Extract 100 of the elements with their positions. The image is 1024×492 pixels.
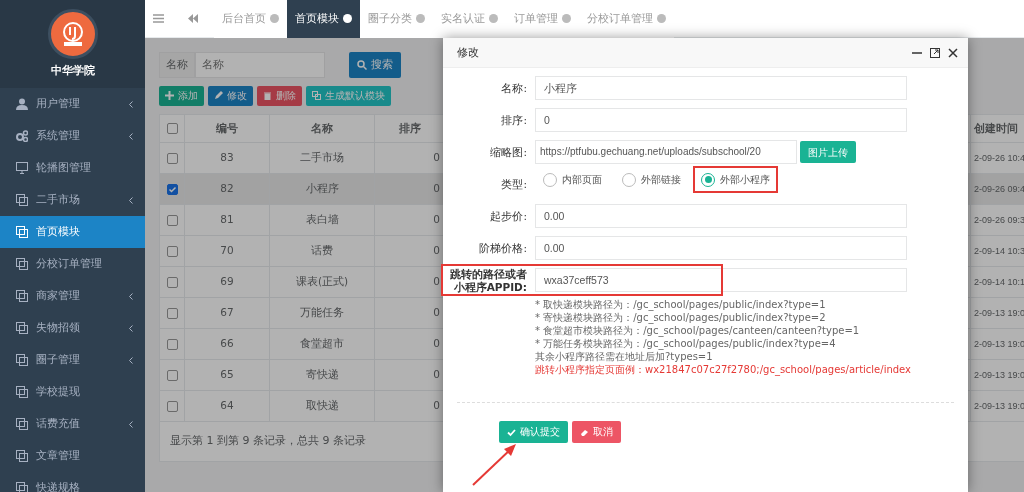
column-header[interactable]: 名称 [269, 114, 375, 143]
table-cell: 食堂超市 [300, 337, 344, 350]
table-cell: 课表(正式) [295, 275, 349, 288]
input-field[interactable]: 0.00 [535, 236, 907, 260]
field-label: 排序: [500, 113, 528, 128]
tab[interactable]: 首页模块 [287, 0, 360, 38]
checkbox[interactable] [166, 214, 178, 226]
radio-option[interactable]: 外部小程序 [693, 166, 778, 193]
radio-icon[interactable] [622, 172, 636, 187]
example-text: 跳转小程序指定页面例：wx21847c07c27f2780;/gc_school/pages/article/index [535, 363, 911, 376]
copy-icon [16, 194, 28, 206]
table-cell: 取快递 [305, 399, 339, 412]
copy-icon [16, 450, 28, 462]
checkbox[interactable] [166, 276, 178, 288]
checkbox[interactable] [166, 400, 178, 412]
edit-button[interactable]: 修改 [208, 85, 253, 106]
search-label: 名称 [159, 52, 195, 78]
sidebar-item[interactable]: 圈子管理 [0, 344, 145, 376]
sidebar-item[interactable]: 用户管理 [0, 88, 145, 120]
table-cell: 0 [433, 337, 440, 350]
field-label: 缩略图: [489, 145, 528, 160]
table-cell: 67 [220, 306, 234, 319]
checkbox[interactable] [166, 369, 178, 381]
checkbox[interactable] [166, 152, 178, 164]
radio-option[interactable]: 内部页面 [535, 166, 610, 193]
sidebar-item[interactable]: 失物招领 [0, 312, 145, 344]
search-field[interactable]: 名称 [195, 52, 325, 78]
table-cell: 2-09-14 10:3 [974, 246, 1024, 257]
check-icon [507, 427, 516, 437]
hint-text: * 食堂超市模块路径为：/gc_school/pages/canteen/canteen?type=1 [535, 324, 861, 337]
input-field[interactable]: 小程序 [535, 76, 907, 100]
sidebar-item[interactable]: 快递规格 [0, 472, 145, 492]
table-cell: 小程序 [305, 182, 339, 195]
radio-icon[interactable] [543, 172, 557, 187]
table-cell: 2-09-13 19:0 [974, 401, 1024, 412]
table-cell: 82 [220, 182, 234, 195]
table-cell: 2-09-13 19:0 [974, 370, 1024, 381]
sidebar-item[interactable]: 系统管理 [0, 120, 145, 152]
input-field[interactable]: https://ptfubu.gechuang.net/uploads/subschool/20 [535, 140, 797, 164]
trash-icon [263, 91, 272, 101]
sidebar-item[interactable]: 商家管理 [0, 280, 145, 312]
dialog-title: 修改 [457, 44, 480, 60]
table-cell: 0 [433, 151, 440, 164]
sidebar-item[interactable]: 话费充值 [0, 408, 145, 440]
menu-icon[interactable] [153, 14, 164, 23]
search-button[interactable]: 搜索 [349, 52, 401, 78]
sidebar-item[interactable]: 二手市场 [0, 184, 145, 216]
table-cell: 2-09-13 19:0 [974, 339, 1024, 350]
table-cell: 寄快递 [305, 368, 339, 381]
copy-icon [16, 226, 28, 238]
field-label: 阶梯价格: [478, 241, 528, 256]
hint-text: * 寄快递模块路径为：/gc_school/pages/public/index?type=2 [535, 311, 827, 324]
sidebar-item[interactable]: 文章管理 [0, 440, 145, 472]
input-field[interactable]: 0.00 [535, 204, 907, 228]
school-name: 中华学院 [50, 62, 95, 79]
radio-option[interactable]: 外部链接 [614, 166, 689, 193]
checkbox[interactable] [166, 245, 178, 257]
submit-button[interactable]: 确认提交 [499, 421, 568, 443]
table-cell: 69 [220, 275, 234, 288]
checkbox[interactable] [166, 123, 178, 135]
checkbox[interactable] [166, 307, 178, 319]
table-cell: 0 [433, 182, 440, 195]
table-cell: 0 [433, 399, 440, 412]
sidebar-item[interactable]: 学校提现 [0, 376, 145, 408]
input-field[interactable]: 0 [535, 108, 907, 132]
copy-icon [16, 418, 28, 430]
table-cell: 2-09-26 09:3 [974, 215, 1024, 226]
input-field[interactable]: wxa37ceff573 [535, 268, 907, 292]
column-header[interactable]: 编号 [184, 114, 270, 143]
column-header[interactable]: 创建时间 [970, 114, 1024, 143]
radio-icon[interactable] [701, 172, 715, 187]
upload-button[interactable]: 图片上传 [800, 141, 856, 163]
table-cell: 70 [220, 244, 234, 257]
table-cell: 0 [433, 244, 440, 257]
checkbox[interactable] [166, 183, 178, 195]
cancel-button[interactable]: 取消 [572, 421, 621, 443]
copy-icon [16, 386, 28, 398]
maximize-icon[interactable] [930, 47, 940, 58]
table-cell: 0 [433, 306, 440, 319]
table-cell: 万能任务 [300, 306, 344, 319]
search-icon [357, 59, 367, 70]
sidebar-item[interactable]: 分校订单管理 [0, 248, 145, 280]
close-icon[interactable] [948, 47, 958, 58]
sidebar-item[interactable]: 轮播图管理 [0, 152, 145, 184]
table-cell: 0 [433, 275, 440, 288]
checkbox[interactable] [166, 338, 178, 350]
copy-icon [16, 290, 28, 302]
hint-text: 其余小程序路径需在地址后加?types=1 [535, 350, 714, 363]
table-cell: 表白墙 [305, 213, 339, 226]
copy-icon [312, 91, 321, 101]
copy-icon [16, 322, 28, 334]
table-cell: 81 [220, 213, 234, 226]
table-cell: 66 [220, 337, 234, 350]
field-label: 类型: [500, 177, 528, 192]
rewind-icon[interactable] [188, 14, 198, 23]
copy-icon [16, 482, 28, 492]
sidebar-item[interactable]: 首页模块 [0, 216, 145, 248]
gears-icon [16, 130, 28, 142]
delete-button[interactable]: 删除 [257, 85, 302, 106]
table-cell: 0 [433, 368, 440, 381]
